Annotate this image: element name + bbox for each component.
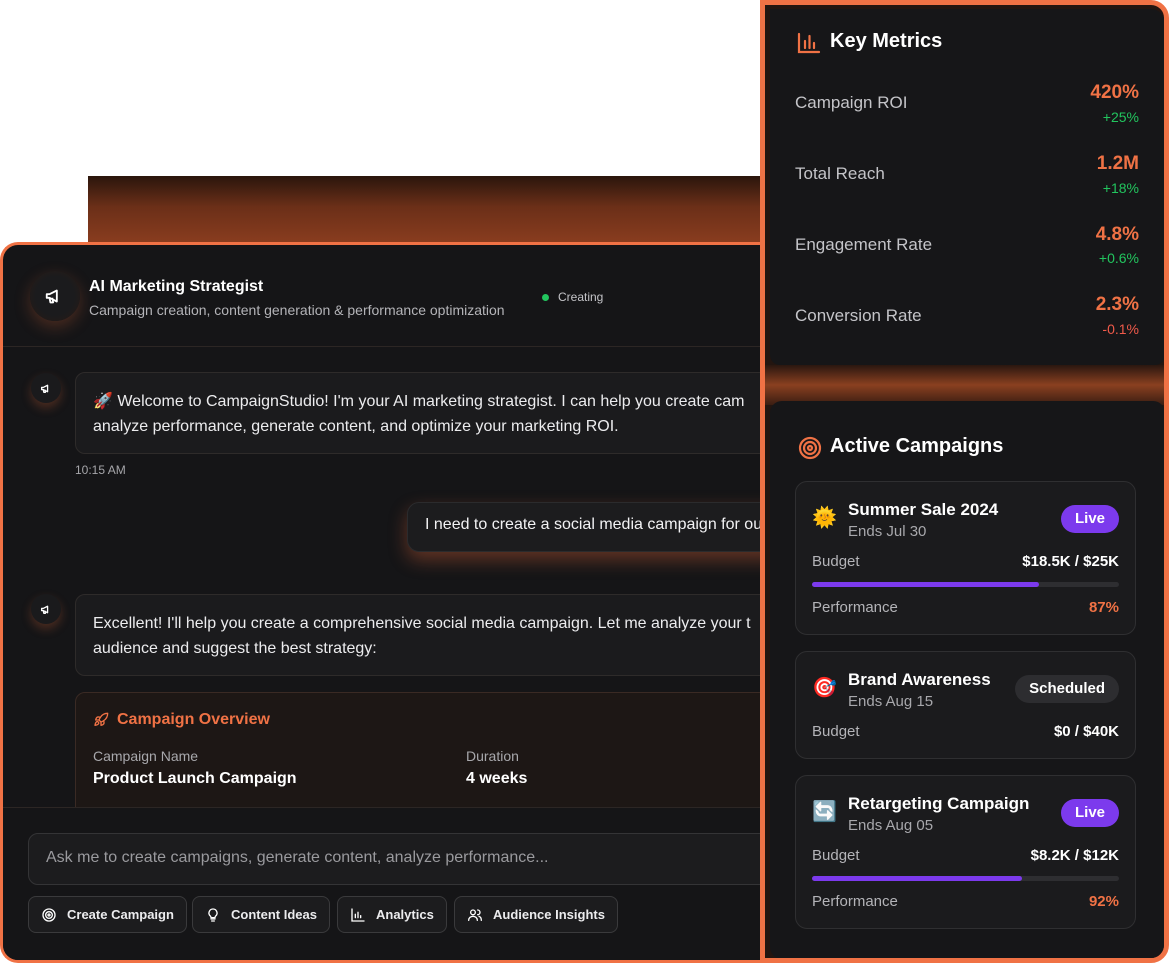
metric-label: Total Reach	[795, 164, 885, 183]
active-campaigns-card: Active Campaigns 🌞 Summer Sale 2024 Ends…	[770, 401, 1164, 958]
budget-progress-bar	[812, 582, 1119, 587]
analytics-label: Analytics	[376, 907, 434, 922]
assistant-avatar	[30, 271, 80, 321]
status-badge: Live	[1060, 505, 1119, 533]
metric-delta: +0.6%	[1098, 250, 1139, 266]
campaign-card[interactable]: 🔄 Retargeting Campaign Ends Aug 05 Live …	[795, 775, 1136, 929]
metric-delta: +25%	[1102, 109, 1139, 125]
message-text-line: 🚀 Welcome to CampaignStudio! I'm your AI…	[93, 393, 745, 410]
campaign-name: Summer Sale 2024	[848, 500, 999, 519]
analytics-button[interactable]: Analytics	[337, 896, 447, 933]
metric-label: Campaign ROI	[795, 93, 908, 112]
message-text-line: audience and suggest the best strategy:	[93, 640, 377, 657]
campaign-end-date: Ends Aug 15	[848, 693, 934, 710]
budget-value: $8.2K / $12K	[1030, 847, 1119, 864]
content-ideas-label: Content Ideas	[231, 907, 317, 922]
active-campaigns-title: Active Campaigns	[830, 435, 1004, 457]
background-glow	[88, 176, 768, 244]
message-text-line: Excellent! I'll help you create a compre…	[93, 615, 751, 632]
campaign-name-label: Campaign Name	[93, 748, 199, 764]
campaign-end-date: Ends Aug 05	[848, 817, 934, 834]
page-title: AI Marketing Strategist	[89, 278, 264, 295]
budget-label: Budget	[812, 847, 860, 864]
performance-label: Performance	[812, 893, 898, 910]
performance-value: 87%	[1088, 599, 1119, 616]
bar-chart-icon	[797, 32, 821, 54]
metric-value: 420%	[1090, 82, 1139, 103]
dart-target-icon: 🎯	[812, 677, 837, 699]
status-badge: Live	[1060, 799, 1119, 827]
audience-insights-button[interactable]: Audience Insights	[454, 896, 618, 933]
performance-value: 92%	[1088, 893, 1119, 910]
users-icon	[468, 908, 482, 921]
campaign-name: Brand Awareness	[848, 670, 991, 689]
budget-value: $0 / $40K	[1053, 723, 1119, 740]
create-campaign-button[interactable]: Create Campaign	[28, 896, 187, 933]
duration-label: Duration	[466, 748, 519, 764]
budget-label: Budget	[812, 723, 860, 740]
campaign-name-value: Product Launch Campaign	[93, 770, 297, 787]
create-campaign-label: Create Campaign	[67, 907, 174, 922]
message-timestamp: 10:15 AM	[75, 463, 126, 477]
campaign-overview-title-text: Campaign Overview	[117, 711, 270, 728]
lightbulb-icon	[208, 907, 218, 922]
budget-progress-fill	[812, 876, 1022, 881]
composer: Ask me to create campaigns, generate con…	[3, 807, 775, 960]
metric-label: Engagement Rate	[795, 235, 933, 254]
campaign-overview-title: Campaign Overview	[93, 711, 270, 729]
budget-progress-bar	[812, 876, 1119, 881]
content-ideas-button[interactable]: Content Ideas	[192, 896, 330, 933]
metric-label: Conversion Rate	[795, 306, 922, 325]
assistant-message: 🚀 Welcome to CampaignStudio! I'm your AI…	[75, 372, 775, 454]
metric-value: 4.8%	[1095, 224, 1139, 245]
budget-value: $18.5K / $25K	[1022, 553, 1119, 570]
campaign-overview-card: Campaign Overview Campaign Name Product …	[75, 692, 775, 822]
status-text: Creating	[558, 290, 604, 304]
metric-delta: +18%	[1102, 180, 1139, 196]
megaphone-icon	[40, 384, 48, 393]
status-badge: Scheduled	[1015, 675, 1119, 703]
page-subtitle: Campaign creation, content generation & …	[89, 302, 505, 318]
megaphone-icon	[40, 605, 48, 614]
status-dot-icon	[542, 293, 549, 301]
refresh-icon: 🔄	[812, 801, 837, 823]
key-metrics-title: Key Metrics	[830, 30, 943, 52]
sidebar-divider-glow	[765, 365, 1164, 405]
bar-chart-icon	[351, 907, 365, 922]
budget-progress-fill	[812, 582, 1040, 587]
sun-icon: 🌞	[812, 507, 837, 529]
chat-window: AI Marketing Strategist Campaign creatio…	[0, 242, 775, 963]
message-avatar	[31, 373, 61, 403]
chat-header: AI Marketing Strategist Campaign creatio…	[3, 245, 775, 347]
message-text-line: analyze performance, generate content, a…	[93, 418, 619, 435]
duration-value: 4 weeks	[466, 770, 528, 787]
message-avatar	[31, 594, 61, 624]
campaign-card[interactable]: 🌞 Summer Sale 2024 Ends Jul 30 Live Budg…	[795, 481, 1136, 635]
rocket-icon	[94, 712, 109, 726]
target-icon	[798, 436, 822, 460]
status-indicator: Creating	[542, 290, 603, 304]
budget-label: Budget	[812, 553, 860, 570]
chat-input[interactable]: Ask me to create campaigns, generate con…	[28, 833, 775, 885]
target-icon	[42, 907, 56, 922]
right-sidebar: Key Metrics Campaign ROI 420% +25% Total…	[760, 0, 1169, 963]
megaphone-icon	[45, 289, 58, 304]
campaign-name: Retargeting Campaign	[848, 794, 1030, 813]
metric-delta: -0.1%	[1102, 321, 1139, 337]
campaign-end-date: Ends Jul 30	[848, 523, 927, 540]
performance-label: Performance	[812, 599, 898, 616]
key-metrics-card: Key Metrics Campaign ROI 420% +25% Total…	[770, 9, 1164, 365]
assistant-message: Excellent! I'll help you create a compre…	[75, 594, 775, 676]
metric-value: 1.2M	[1096, 153, 1139, 174]
campaign-card[interactable]: 🎯 Brand Awareness Ends Aug 15 Scheduled …	[795, 651, 1136, 759]
metric-value: 2.3%	[1095, 294, 1139, 315]
audience-insights-label: Audience Insights	[493, 907, 605, 922]
user-message: I need to create a social media campaign…	[407, 502, 775, 552]
